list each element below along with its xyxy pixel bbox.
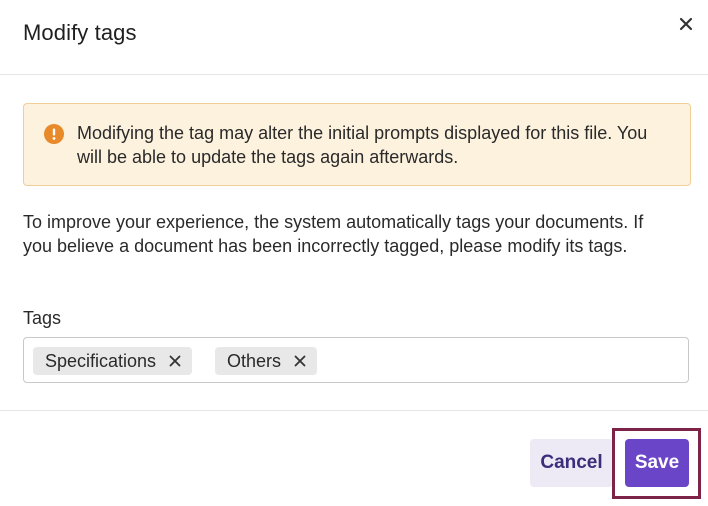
close-icon	[294, 355, 306, 367]
save-button[interactable]: Save	[625, 439, 689, 487]
dialog-title: Modify tags	[23, 20, 137, 45]
remove-tag-button[interactable]	[168, 354, 182, 368]
alert-message: Modifying the tag may alter the initial …	[77, 123, 648, 167]
cancel-button[interactable]: Cancel	[530, 439, 613, 487]
warning-alert: Modifying the tag may alter the initial …	[23, 103, 691, 186]
tag-chip-specifications: Specifications	[33, 347, 193, 375]
tags-label: Tags	[23, 308, 62, 328]
remove-tag-button[interactable]	[293, 354, 307, 368]
modify-tags-dialog: Modify tags Modifying the tag may alter …	[0, 0, 708, 506]
dialog-footer: Cancel Save	[0, 410, 708, 506]
close-icon	[169, 355, 181, 367]
dialog-header: Modify tags	[0, 0, 708, 75]
tag-chip-label: Others	[227, 350, 282, 371]
description-text: To improve your experience, the system a…	[23, 212, 644, 256]
warning-circle-icon	[44, 124, 64, 144]
tag-chip-label: Specifications	[45, 350, 157, 371]
close-button[interactable]	[674, 12, 698, 36]
tag-chip-others: Others	[215, 347, 318, 375]
tags-input-field[interactable]: Specifications Others	[23, 337, 689, 383]
close-icon	[679, 17, 693, 31]
